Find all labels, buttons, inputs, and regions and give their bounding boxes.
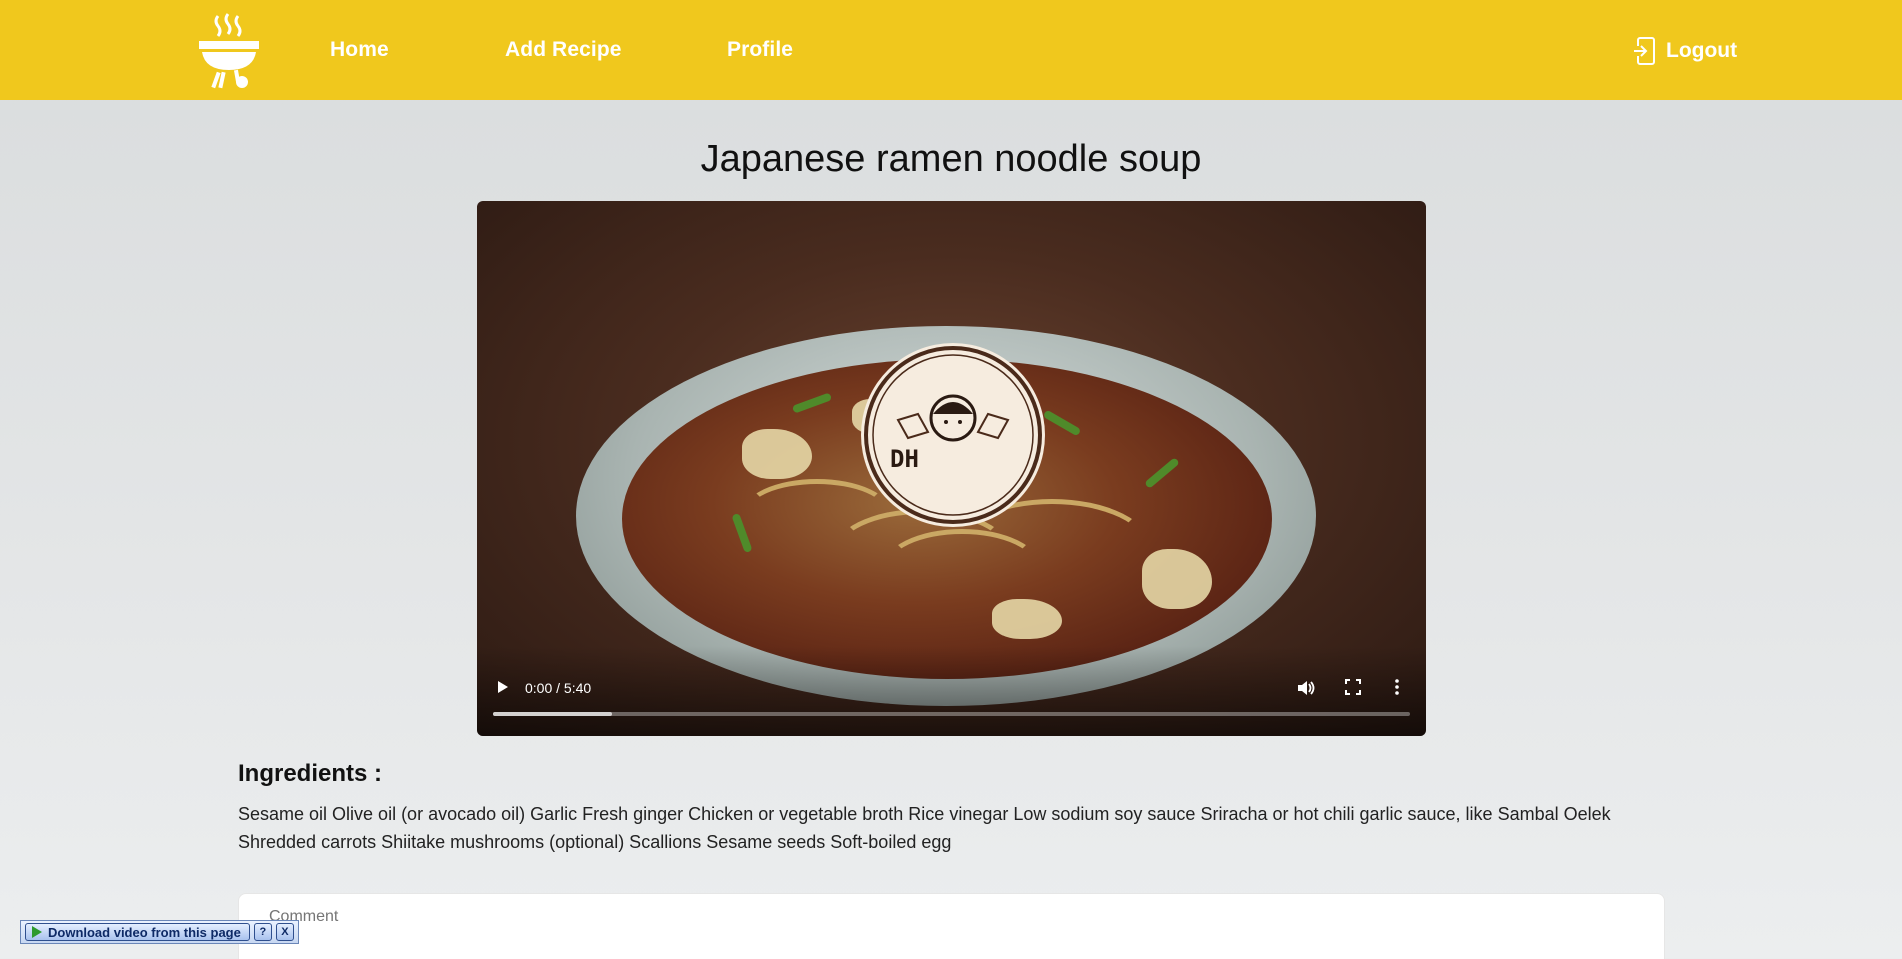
watermark-text: DH bbox=[890, 445, 919, 473]
video-time: 0:00 / 5:40 bbox=[525, 680, 592, 696]
download-video-toolbar: Download video from this page ? X bbox=[20, 920, 299, 944]
nav-add-recipe-link[interactable]: Add Recipe bbox=[505, 38, 622, 62]
video-buffered-bar bbox=[493, 712, 613, 716]
grill-logo-icon[interactable] bbox=[196, 12, 262, 90]
fullscreen-icon[interactable] bbox=[1344, 678, 1362, 696]
download-video-button[interactable]: Download video from this page bbox=[25, 923, 250, 941]
ingredients-heading: Ingredients : bbox=[238, 760, 383, 787]
volume-icon[interactable] bbox=[1296, 678, 1316, 698]
download-help-button[interactable]: ? bbox=[253, 923, 272, 941]
video-controls: 0:00 / 5:40 bbox=[477, 646, 1426, 736]
recipe-video-player[interactable]: DH 0:00 / 5:40 bbox=[477, 201, 1426, 736]
nav-profile-link[interactable]: Profile bbox=[727, 38, 793, 62]
logout-label: Logout bbox=[1666, 39, 1738, 62]
download-close-button[interactable]: X bbox=[275, 923, 294, 941]
play-triangle-icon bbox=[32, 926, 42, 938]
logout-icon bbox=[1634, 37, 1655, 65]
video-progress-bar[interactable] bbox=[493, 712, 1410, 716]
video-watermark-logo: DH bbox=[864, 346, 1042, 524]
logout-button[interactable]: Logout bbox=[1632, 34, 1737, 68]
more-options-icon[interactable] bbox=[1393, 678, 1401, 696]
comment-box bbox=[238, 893, 1665, 959]
play-icon[interactable] bbox=[493, 678, 511, 696]
comment-input[interactable] bbox=[269, 908, 869, 926]
download-video-label: Download video from this page bbox=[48, 924, 241, 940]
ingredients-text: Sesame oil Olive oil (or avocado oil) Ga… bbox=[238, 804, 1611, 852]
nav-home-link[interactable]: Home bbox=[330, 38, 389, 62]
navbar: Home Add Recipe Profile Logout bbox=[0, 0, 1902, 100]
recipe-title: Japanese ramen noodle soup bbox=[700, 138, 1202, 180]
